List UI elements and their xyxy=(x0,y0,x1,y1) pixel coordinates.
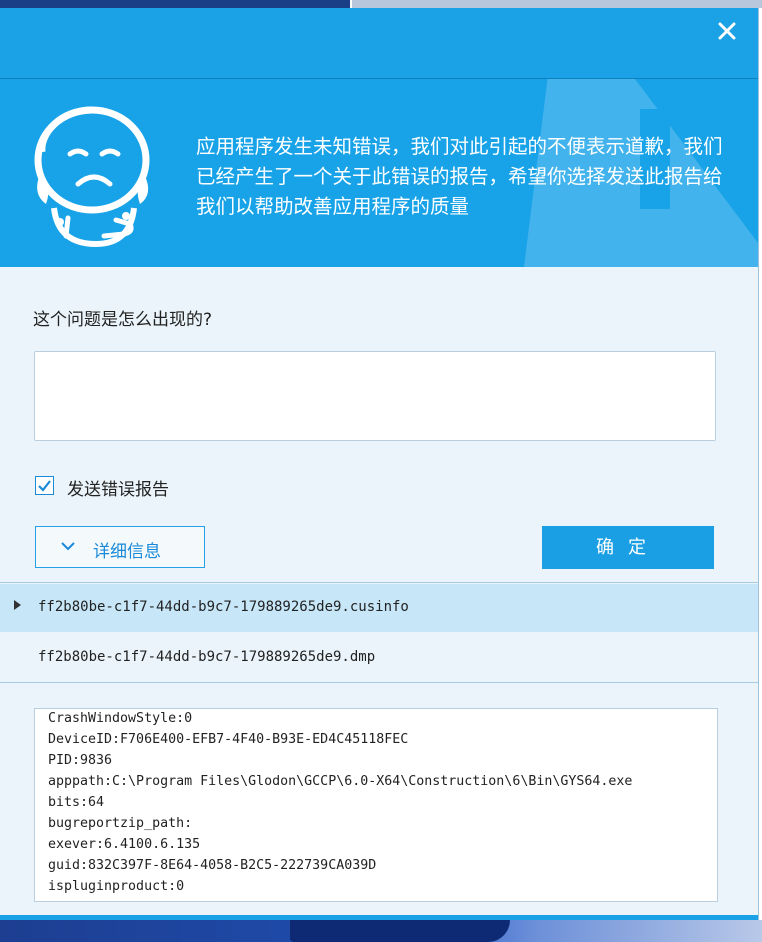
info-line: bits:64 xyxy=(48,795,105,810)
file-list-separator xyxy=(0,582,758,583)
error-message: 应用程序发生未知错误，我们对此引起的不便表示道歉，我们已经产生了一个关于此错误的… xyxy=(196,135,723,218)
file-list-item[interactable]: ff2b80be-c1f7-44dd-b9c7-179889265de9.dmp xyxy=(0,634,758,682)
file-name: ff2b80be-c1f7-44dd-b9c7-179889265de9.cus… xyxy=(38,599,409,615)
error-banner: 应用程序发生未知错误，我们对此引起的不便表示道歉，我们已经产生了一个关于此错误的… xyxy=(0,79,758,267)
background-wallpaper-shape xyxy=(290,920,510,942)
info-line: DeviceID:F706E400-EFB7-4F40-B93E-ED4C451… xyxy=(48,732,409,747)
close-icon xyxy=(718,22,736,40)
title-bar xyxy=(0,8,758,78)
background-taskbar-left xyxy=(0,0,350,8)
file-name: ff2b80be-c1f7-44dd-b9c7-179889265de9.dmp xyxy=(38,649,376,665)
ok-button[interactable]: 确定 xyxy=(542,526,714,569)
info-line: guid:832C397F-8E64-4058-B2C5-222739CA039… xyxy=(48,858,377,873)
details-button[interactable]: 详细信息 xyxy=(35,526,205,568)
info-line: PID:9836 xyxy=(48,753,113,768)
details-separator xyxy=(0,682,758,683)
info-line: exever:6.4100.6.135 xyxy=(48,837,201,852)
chevron-down-icon xyxy=(61,542,75,551)
send-report-checkbox[interactable] xyxy=(35,476,54,495)
close-button[interactable] xyxy=(712,16,742,46)
info-line: CrashWindowStyle:0 xyxy=(48,711,193,726)
info-line: bugreportzip_path: xyxy=(48,816,193,831)
background-window-edge xyxy=(352,0,762,8)
send-report-label[interactable]: 发送错误报告 xyxy=(67,475,169,500)
dialog-bottom-border xyxy=(0,915,758,920)
file-list-item[interactable]: ff2b80be-c1f7-44dd-b9c7-179889265de9.cus… xyxy=(0,584,758,632)
details-button-label: 详细信息 xyxy=(93,542,161,562)
report-details-textbox[interactable]: CrashWindowStyle:0 DeviceID:F706E400-EFB… xyxy=(34,708,718,902)
question-label: 这个问题是怎么出现的? xyxy=(33,310,213,330)
crying-mascot-icon xyxy=(34,106,150,248)
info-line: ispluginproduct:0 xyxy=(48,879,185,894)
expand-arrow-icon[interactable] xyxy=(14,600,21,610)
checkmark-icon xyxy=(38,480,51,492)
problem-description-input[interactable] xyxy=(34,351,716,441)
crash-report-dialog: 应用程序发生未知错误，我们对此引起的不便表示道歉，我们已经产生了一个关于此错误的… xyxy=(0,8,759,920)
info-line: apppath:C:\Program Files\Glodon\GCCP\6.0… xyxy=(48,774,633,789)
